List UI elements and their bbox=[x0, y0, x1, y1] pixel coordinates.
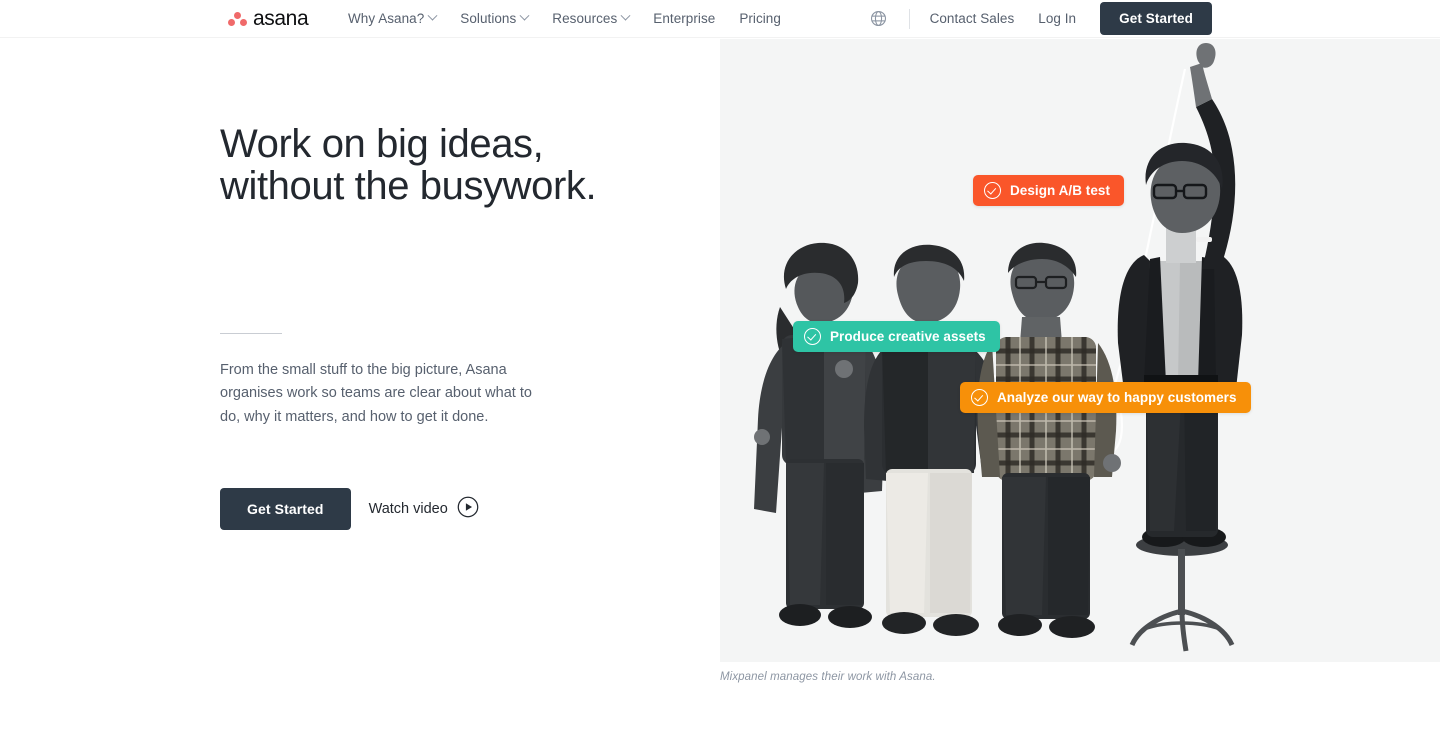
header-divider bbox=[908, 8, 910, 29]
image-caption: Mixpanel manages their work with Asana. bbox=[720, 671, 936, 683]
nav-item-label: Resources bbox=[552, 11, 618, 26]
logo-wordmark: asana bbox=[253, 7, 309, 30]
site-header: asana Why Asana? Solutions Resources Ent… bbox=[0, 0, 1440, 38]
hero-cta-row: Get Started Watch video bbox=[220, 488, 479, 530]
check-circle-icon bbox=[804, 328, 821, 345]
hero-image-panel: Design A/B test Produce creative assets … bbox=[720, 39, 1440, 662]
hero-get-started-button[interactable]: Get Started bbox=[220, 488, 351, 530]
check-circle-icon bbox=[971, 389, 988, 406]
badge-label: Analyze our way to happy customers bbox=[997, 390, 1237, 405]
page-title: Work on big ideas, without the busywork. bbox=[220, 123, 690, 208]
asana-dots-logo-icon bbox=[228, 11, 247, 27]
nav-item-pricing[interactable]: Pricing bbox=[739, 11, 781, 26]
contact-sales-link[interactable]: Contact Sales bbox=[930, 11, 1015, 26]
nav-item-label: Enterprise bbox=[653, 11, 716, 26]
check-circle-icon bbox=[984, 182, 1001, 199]
hero-left-column: Work on big ideas, without the busywork.… bbox=[0, 39, 720, 729]
nav-item-label: Solutions bbox=[460, 11, 517, 26]
header-actions: Contact Sales Log In Get Started bbox=[866, 2, 1212, 35]
chevron-down-icon bbox=[427, 10, 438, 21]
nav-item-enterprise[interactable]: Enterprise bbox=[653, 11, 715, 26]
badge-label: Design A/B test bbox=[1010, 183, 1111, 198]
headline-line-1: Work on big ideas, bbox=[220, 122, 544, 166]
badge-design-ab-test[interactable]: Design A/B test bbox=[973, 175, 1125, 206]
nav-item-label: Pricing bbox=[739, 11, 781, 26]
hero-subcopy: From the small stuff to the big picture,… bbox=[220, 362, 532, 425]
chevron-down-icon bbox=[620, 10, 631, 21]
primary-nav: Why Asana? Solutions Resources Enterpris… bbox=[348, 10, 781, 26]
globe-icon[interactable] bbox=[866, 6, 892, 32]
headline-line-2: without the busywork. bbox=[220, 164, 597, 209]
team-photo: Design A/B test Produce creative assets … bbox=[720, 39, 1440, 662]
nav-item-resources[interactable]: Resources bbox=[552, 10, 631, 26]
horizontal-rule bbox=[220, 333, 282, 334]
watch-video-label: Watch video bbox=[368, 501, 448, 517]
watch-video-button[interactable]: Watch video bbox=[369, 496, 479, 522]
chevron-down-icon bbox=[519, 10, 530, 21]
badge-produce-creative-assets[interactable]: Produce creative assets bbox=[793, 321, 1000, 352]
asana-logo[interactable]: asana bbox=[228, 7, 309, 30]
play-circle-icon bbox=[457, 496, 479, 522]
header-get-started-button[interactable]: Get Started bbox=[1100, 2, 1212, 35]
nav-item-label: Why Asana? bbox=[348, 11, 425, 26]
badge-analyze-happy-customers[interactable]: Analyze our way to happy customers bbox=[960, 382, 1251, 413]
badge-label: Produce creative assets bbox=[830, 329, 986, 344]
nav-item-why-asana[interactable]: Why Asana? bbox=[348, 10, 438, 26]
log-in-link[interactable]: Log In bbox=[1038, 11, 1076, 26]
nav-item-solutions[interactable]: Solutions bbox=[460, 10, 530, 26]
